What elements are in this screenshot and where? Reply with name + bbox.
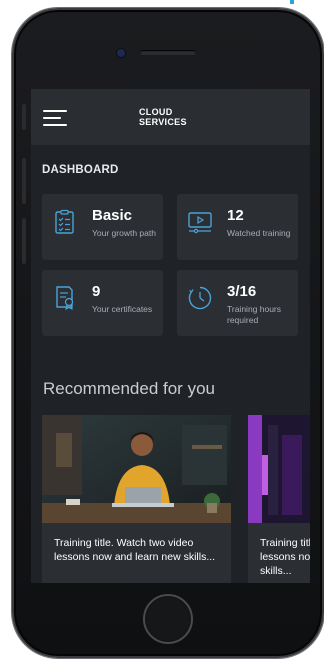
app-screen: CLOUD SERVICES DASHBOARD Basic Your grow…	[31, 89, 310, 583]
volume-down-button	[22, 218, 26, 264]
recommended-card[interactable]: Training title. Watch two video lessons …	[42, 415, 231, 583]
recommended-card-text: Training title. Watch two video lessons …	[54, 537, 216, 563]
brand-logo: CLOUD SERVICES	[139, 107, 187, 127]
app-header: CLOUD SERVICES	[31, 89, 310, 145]
certificates-value: 9	[92, 283, 101, 300]
training-hours-card[interactable]: 3/16 Training hours required	[177, 270, 298, 336]
recommended-card[interactable]: Training title. Watch two video lessons …	[248, 415, 310, 583]
clock-icon	[188, 286, 212, 310]
certificate-icon	[56, 286, 74, 311]
watched-training-card[interactable]: 12 Watched training	[177, 194, 298, 260]
training-thumbnail-image	[248, 415, 310, 523]
certificates-label: Your certificates	[92, 304, 153, 314]
front-camera	[117, 49, 125, 57]
brand-line-1: CLOUD	[139, 107, 173, 117]
recommended-title: Recommended for you	[43, 379, 215, 398]
top-accent-mark	[290, 0, 294, 4]
dashboard-title: DASHBOARD	[42, 164, 119, 176]
training-thumbnail-image	[42, 415, 231, 523]
mute-switch	[22, 104, 26, 130]
recommended-card-text: Training title. Watch two video lessons …	[260, 537, 310, 577]
checklist-icon	[55, 209, 74, 234]
video-player-icon	[188, 212, 212, 234]
growth-path-card[interactable]: Basic Your growth path	[42, 194, 163, 260]
watched-training-value: 12	[227, 207, 244, 224]
certificates-card[interactable]: 9 Your certificates	[42, 270, 163, 336]
brand-line-2: SERVICES	[139, 117, 187, 127]
earpiece-speaker	[140, 50, 196, 55]
training-hours-value: 3/16	[227, 283, 257, 300]
watched-training-label: Watched training	[227, 228, 291, 238]
home-button[interactable]	[143, 594, 193, 644]
training-hours-label: Training hours required	[227, 304, 282, 325]
hamburger-menu-icon[interactable]	[43, 110, 67, 126]
growth-path-value: Basic	[92, 207, 133, 224]
volume-up-button	[22, 158, 26, 204]
growth-path-label: Your growth path	[92, 228, 156, 238]
